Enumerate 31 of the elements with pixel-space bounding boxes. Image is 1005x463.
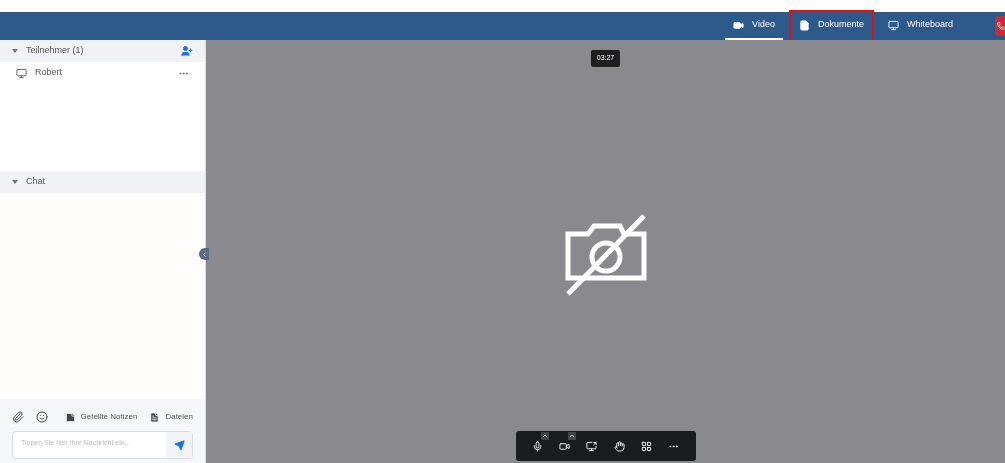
section-title: Teilnehmer (1) [26,44,84,58]
section-header[interactable]: Teilnehmer (1) [0,40,205,62]
collapse-handle[interactable] [199,248,209,260]
participant-name[interactable]: Robert [35,66,62,80]
screen-share-icon[interactable] [586,440,598,452]
phone-icon [997,22,1005,30]
chevron-up-icon[interactable] [540,431,549,440]
toolbar-button[interactable]: Dateien [149,411,193,423]
view-tab[interactable]: Dokumente [790,12,872,40]
section-title: Chat [26,175,45,189]
toolbar-button[interactable]: Geteilte Notizen [64,411,138,423]
add-user-icon[interactable] [181,45,193,57]
section-header[interactable]: Chat [0,171,205,193]
monitor-icon [887,19,899,31]
document-icon [798,19,810,31]
grid-icon[interactable] [640,440,652,452]
view-tab[interactable]: Whiteboard [879,12,961,40]
hand-icon[interactable] [613,440,625,452]
video-camera-icon [733,19,745,31]
note-icon [64,411,76,423]
chevron-left-icon [200,250,208,258]
send-icon [173,439,185,451]
paperclip-icon[interactable] [12,411,24,423]
video-camera-icon[interactable] [559,440,570,452]
send-button[interactable] [166,432,192,458]
document-icon [149,411,161,423]
hang-up-button[interactable] [995,16,1005,36]
microphone-icon[interactable] [531,440,543,452]
smiley-icon[interactable] [36,411,48,423]
monitor-icon [16,67,27,79]
chevron-up-icon[interactable] [568,431,576,440]
